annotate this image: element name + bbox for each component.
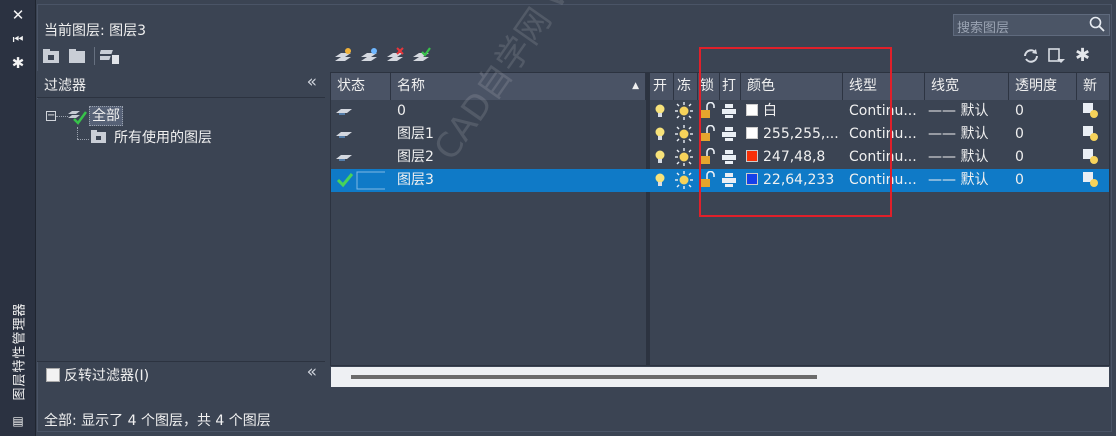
sort-ascending-icon: ▲ [632, 81, 639, 91]
col-header-lineweight[interactable]: 线宽 [925, 73, 1009, 100]
sun-thaw-icon[interactable] [674, 146, 696, 169]
layer-states-manager-icon[interactable] [100, 47, 120, 65]
collapse-filter-chevron-icon[interactable]: « [307, 72, 317, 92]
layer-lineweight[interactable]: —— 默认 [928, 146, 1008, 169]
new-property-filter-icon[interactable] [42, 47, 62, 65]
new-group-filter-icon[interactable] [68, 47, 88, 65]
bulb-on-icon[interactable] [654, 169, 672, 192]
new-vp-freeze-icon[interactable] [1082, 169, 1104, 192]
invert-filter-checkbox[interactable] [46, 368, 60, 382]
tree-item-all[interactable]: 全部 [89, 106, 123, 126]
new-vp-freeze-icon[interactable] [1082, 100, 1104, 123]
layer-name[interactable]: 图层3 [397, 169, 637, 192]
bulb-on-icon[interactable] [654, 100, 672, 123]
horizontal-scrollbar[interactable] [331, 367, 1109, 387]
layer-palette-icon[interactable]: ▤ [9, 412, 27, 430]
col-header-name-label: 名称 [397, 78, 425, 94]
filter-toolbar [42, 47, 122, 67]
layer-lineweight[interactable]: —— 默认 [928, 123, 1008, 146]
palette-title-strip: ✕ ⏮ ✱ 图层特性管理器 ▤ [0, 0, 36, 436]
new-layer-vp-frozen-icon[interactable] [359, 47, 379, 65]
autohide-icon[interactable]: ⏮ [9, 30, 27, 48]
search-input[interactable]: 搜索图层 [953, 14, 1110, 36]
sun-thaw-icon[interactable] [674, 100, 696, 123]
layer-status-icon[interactable] [331, 146, 391, 169]
invert-filter-label: 反转过滤器(I) [64, 368, 150, 384]
set-current-icon[interactable] [411, 47, 431, 65]
bulb-on-icon[interactable] [654, 123, 672, 146]
layer-transparency[interactable]: 0 [1015, 123, 1075, 146]
layer-lineweight[interactable]: —— 默认 [928, 100, 1008, 123]
settings-gear-icon[interactable]: ✱ [1075, 45, 1090, 66]
refresh-icon[interactable] [1021, 47, 1041, 65]
col-header-status[interactable]: 状态 [331, 73, 391, 100]
layer-status-icon[interactable] [331, 123, 391, 146]
col-header-new-vp-freeze[interactable]: 新 [1077, 73, 1109, 100]
layer-transparency[interactable]: 0 [1015, 169, 1075, 192]
highlight-annotation-box [699, 47, 892, 217]
palette-title: 图层特性管理器 [12, 302, 28, 401]
layer-transparency[interactable]: 0 [1015, 100, 1075, 123]
tree-item-used-layers[interactable]: 所有使用的图层 [114, 128, 212, 148]
tree-collapse-icon[interactable]: − [46, 111, 56, 121]
layer-transparency[interactable]: 0 [1015, 146, 1075, 169]
new-layer-icon[interactable] [333, 47, 353, 65]
tree-line [77, 127, 78, 139]
toolbar-divider [94, 47, 95, 65]
used-layers-filter-icon [91, 130, 106, 143]
collapse-chevron-icon[interactable]: « [307, 362, 317, 382]
filter-header: 过滤器 « [37, 71, 325, 98]
new-vp-freeze-icon[interactable] [1082, 123, 1104, 146]
layer-status-icon[interactable] [331, 169, 391, 192]
search-placeholder: 搜索图层 [957, 21, 1010, 36]
delete-layer-icon[interactable] [385, 47, 405, 65]
layer-lineweight[interactable]: —— 默认 [928, 169, 1008, 192]
gear-icon[interactable]: ✱ [9, 54, 27, 72]
scrollbar-thumb[interactable] [351, 375, 817, 379]
search-icon[interactable] [1089, 16, 1105, 32]
sun-thaw-icon[interactable] [674, 123, 696, 146]
close-icon[interactable]: ✕ [9, 6, 27, 24]
col-header-transparency[interactable]: 透明度 [1009, 73, 1077, 100]
col-header-freeze[interactable]: 冻 [674, 73, 698, 100]
filter-header-label: 过滤器 [44, 78, 86, 94]
col-header-on[interactable]: 开 [650, 73, 674, 100]
layer-toolbar [333, 47, 443, 67]
new-vp-freeze-icon[interactable] [1082, 146, 1104, 169]
layer-status-icon[interactable] [331, 100, 391, 123]
filter-footer: 反转过滤器(I) « [37, 361, 325, 387]
bulb-on-icon[interactable] [654, 146, 672, 169]
tree-line [77, 139, 89, 140]
sun-thaw-icon[interactable] [674, 169, 696, 192]
current-layer-label: 当前图层: 图层3 [44, 23, 147, 39]
layer-settings-icon[interactable] [1047, 47, 1067, 65]
status-text: 全部: 显示了 4 个图层，共 4 个图层 [44, 413, 271, 429]
all-filter-icon [68, 111, 88, 125]
filter-tree: − 全部 所有使用的图层 [37, 99, 325, 361]
